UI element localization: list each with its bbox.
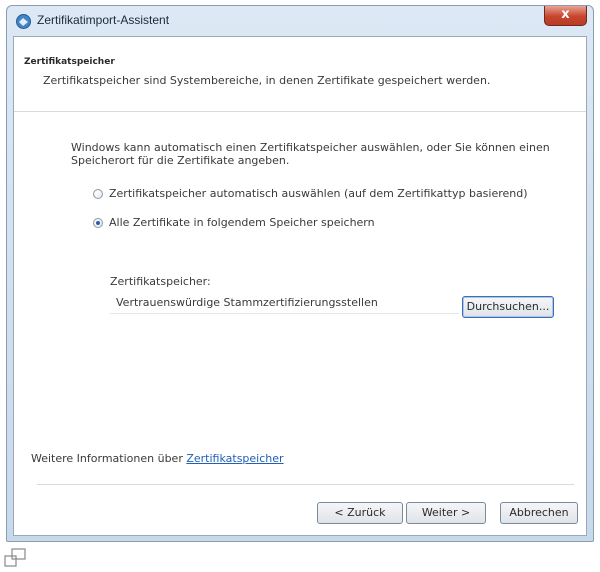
more-info-link[interactable]: Zertifikatspeicher [186,452,283,465]
footer-divider [37,484,574,485]
header-divider [14,111,586,113]
wizard-window: Zertifikatimport-Assistent x Zertifikats… [6,5,594,542]
browse-button[interactable]: Durchsuchen... [462,296,554,318]
radio-checked-icon[interactable] [93,218,103,228]
wizard-content: Zertifikatspeicher Zertifikatspeicher si… [13,36,587,536]
title-bar[interactable]: Zertifikatimport-Assistent x [7,6,593,36]
page-subtitle: Zertifikatspeicher sind Systembereiche, … [43,74,491,87]
window-title: Zertifikatimport-Assistent [37,13,170,27]
back-button[interactable]: < Zurück [317,502,403,524]
certificate-icon [16,14,31,29]
auto-select-label[interactable]: Zertifikatspeicher automatisch auswählen… [109,187,528,200]
cancel-button[interactable]: Abbrechen [500,502,578,524]
radio-unchecked-icon[interactable] [93,189,103,199]
wizard-header: Zertifikatspeicher Zertifikatspeicher si… [14,37,586,107]
more-info-text: Weitere Informationen über [31,452,183,465]
more-info-line: Weitere Informationen über Zertifikatspe… [31,452,284,465]
store-field-label: Zertifikatspeicher: [110,275,211,288]
next-button[interactable]: Weiter > [406,502,486,524]
close-button[interactable]: x [544,6,587,26]
page-title: Zertifikatspeicher [24,57,115,67]
enlarge-icon[interactable] [4,548,28,568]
store-field[interactable]: Vertrauenswürdige Stammzertifizierungsst… [110,292,459,314]
description-text: Windows kann automatisch einen Zertifika… [71,141,550,167]
manual-store-label[interactable]: Alle Zertifikate in folgendem Speicher s… [109,216,375,229]
